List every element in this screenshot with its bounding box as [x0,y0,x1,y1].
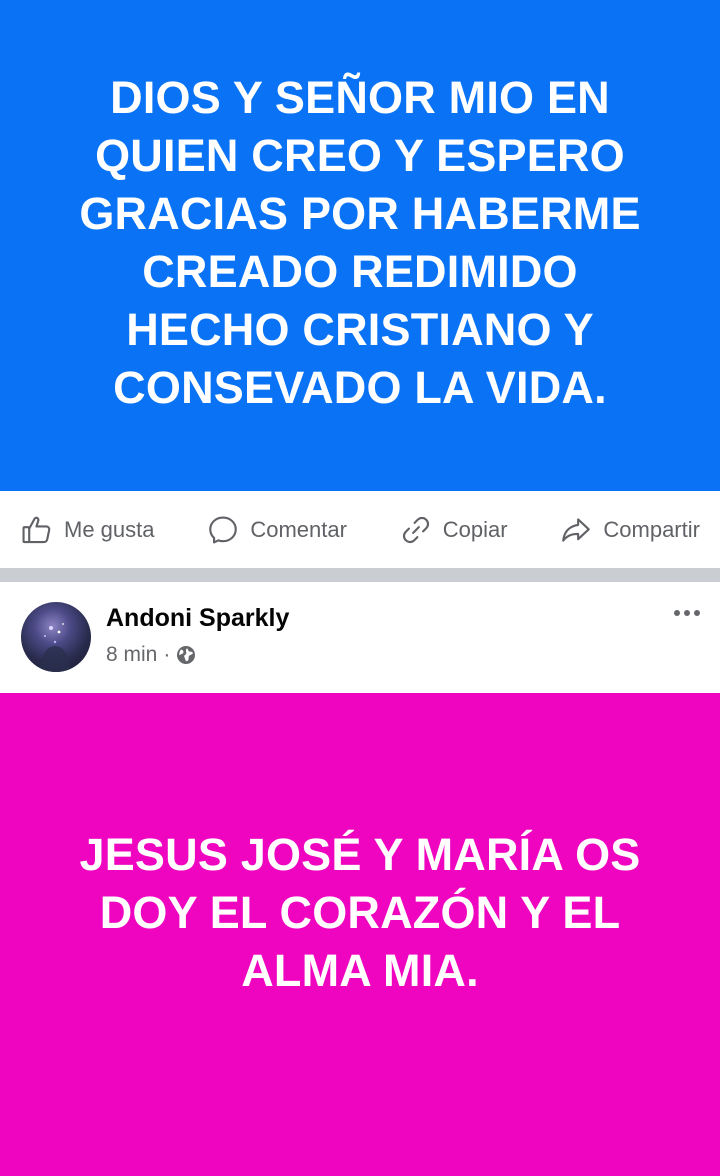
like-label: Me gusta [64,516,155,542]
copy-label: Copiar [442,516,508,542]
thumbs-up-icon [22,516,51,543]
author-name[interactable]: Andoni Sparkly [106,604,289,633]
comment-button[interactable]: Comentar [206,513,347,547]
comment-bubble-icon [209,515,238,544]
post-time[interactable]: 8 min [106,643,157,667]
copy-button[interactable]: Copiar [399,513,508,547]
more-options-icon-dot [674,610,680,616]
avatar-image [39,623,71,672]
feed-separator [0,568,720,582]
post-background-blue: DIOS Y SEÑOR MIO EN QUIEN CREO Y ESPERO … [0,0,720,491]
more-options-button[interactable] [672,604,702,622]
link-icon [402,516,429,543]
share-label: Compartir [603,516,700,542]
post-header: Andoni Sparkly 8 min · [0,582,720,693]
meta-separator: · [163,643,171,666]
post-action-bar: Me gusta Comentar Copiar Compartir [0,491,720,568]
post-text: JESUS JOSÉ Y MARÍA OS DOY EL CORAZÓN Y E… [79,828,641,996]
post-background-pink: JESUS JOSÉ Y MARÍA OS DOY EL CORAZÓN Y E… [0,693,720,1176]
post-text: DIOS Y SEÑOR MIO EN QUIEN CREO Y ESPERO … [79,71,641,413]
avatar[interactable] [21,602,91,672]
comment-label: Comentar [250,516,347,542]
more-options-icon-dot [684,610,690,616]
like-button[interactable]: Me gusta [20,513,155,547]
share-arrow-icon [562,517,591,542]
globe-icon [177,646,196,664]
share-button[interactable]: Compartir [559,513,700,547]
post-meta: 8 min · [106,643,196,667]
more-options-icon-dot [694,610,700,616]
